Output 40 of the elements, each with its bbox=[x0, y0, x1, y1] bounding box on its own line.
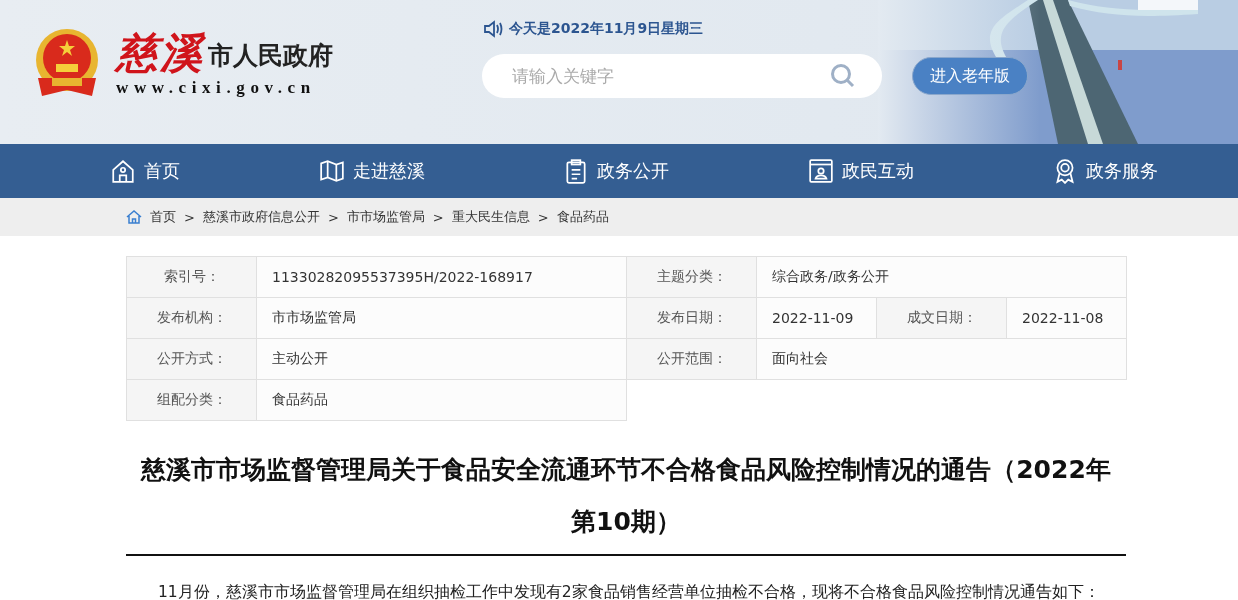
house-icon bbox=[110, 158, 136, 184]
breadcrumb-link[interactable]: 市市场监管局 bbox=[346, 208, 425, 226]
nav-item[interactable]: 走进慈溪 bbox=[318, 158, 425, 184]
breadcrumb-link[interactable]: 首页 bbox=[150, 208, 176, 226]
info-label: 主题分类： bbox=[626, 256, 757, 298]
map-icon bbox=[318, 158, 345, 184]
info-value: 面向社会 bbox=[756, 338, 1127, 380]
info-label: 公开方式： bbox=[126, 338, 257, 380]
home-icon[interactable] bbox=[126, 209, 142, 225]
nav-item[interactable]: 政务服务 bbox=[1052, 158, 1158, 184]
info-value: 食品药品 bbox=[256, 379, 627, 421]
date-text: 今天是2022年11月9日星期三 bbox=[509, 20, 704, 38]
breadcrumb-separator: > bbox=[184, 209, 195, 225]
breadcrumb-separator: > bbox=[537, 209, 549, 225]
info-label: 索引号： bbox=[126, 256, 257, 298]
site-title: 市人民政府 bbox=[208, 40, 333, 72]
info-label: 发布日期： bbox=[626, 297, 757, 339]
breadcrumb-separator: > bbox=[432, 209, 444, 225]
elder-version-button[interactable]: 进入老年版 bbox=[912, 57, 1028, 95]
breadcrumb-link[interactable]: 食品药品 bbox=[556, 208, 609, 226]
info-label: 发布机构： bbox=[126, 297, 257, 339]
clipboard-icon bbox=[563, 158, 589, 184]
speaker-icon bbox=[483, 20, 503, 38]
nav-item[interactable]: 政务公开 bbox=[563, 158, 669, 184]
breadcrumb-link[interactable]: 慈溪市政府信息公开 bbox=[202, 208, 320, 226]
info-value: 综合政务/政务公开 bbox=[756, 256, 1127, 298]
nav-item[interactable]: 政民互动 bbox=[807, 158, 914, 184]
city-logo-text: 慈溪 bbox=[116, 30, 204, 76]
breadcrumb-link[interactable]: 重大民生信息 bbox=[451, 208, 530, 226]
site-url: www.cixi.gov.cn bbox=[116, 78, 317, 98]
article-title: 慈溪市市场监督管理局关于食品安全流通环节不合格食品风险控制情况的通告（2022年第10期） bbox=[139, 454, 1112, 538]
info-label: 成文日期： bbox=[876, 297, 1007, 339]
nav-item[interactable]: 首页 bbox=[110, 158, 180, 184]
profile-card-icon bbox=[807, 158, 834, 184]
search-icon[interactable] bbox=[830, 63, 856, 89]
search-field[interactable]: 请输入关键字 bbox=[482, 54, 882, 98]
article-paragraph: 11月份，慈溪市市场监督管理局在组织抽检工作中发现有2家食品销售经营单位抽检不合格，现将不合格食品风险控制情况通告如下： bbox=[157, 582, 1101, 600]
info-label: 组配分类： bbox=[126, 379, 257, 421]
breadcrumb-separator: > bbox=[327, 209, 339, 225]
info-label: 公开范围： bbox=[626, 338, 757, 380]
